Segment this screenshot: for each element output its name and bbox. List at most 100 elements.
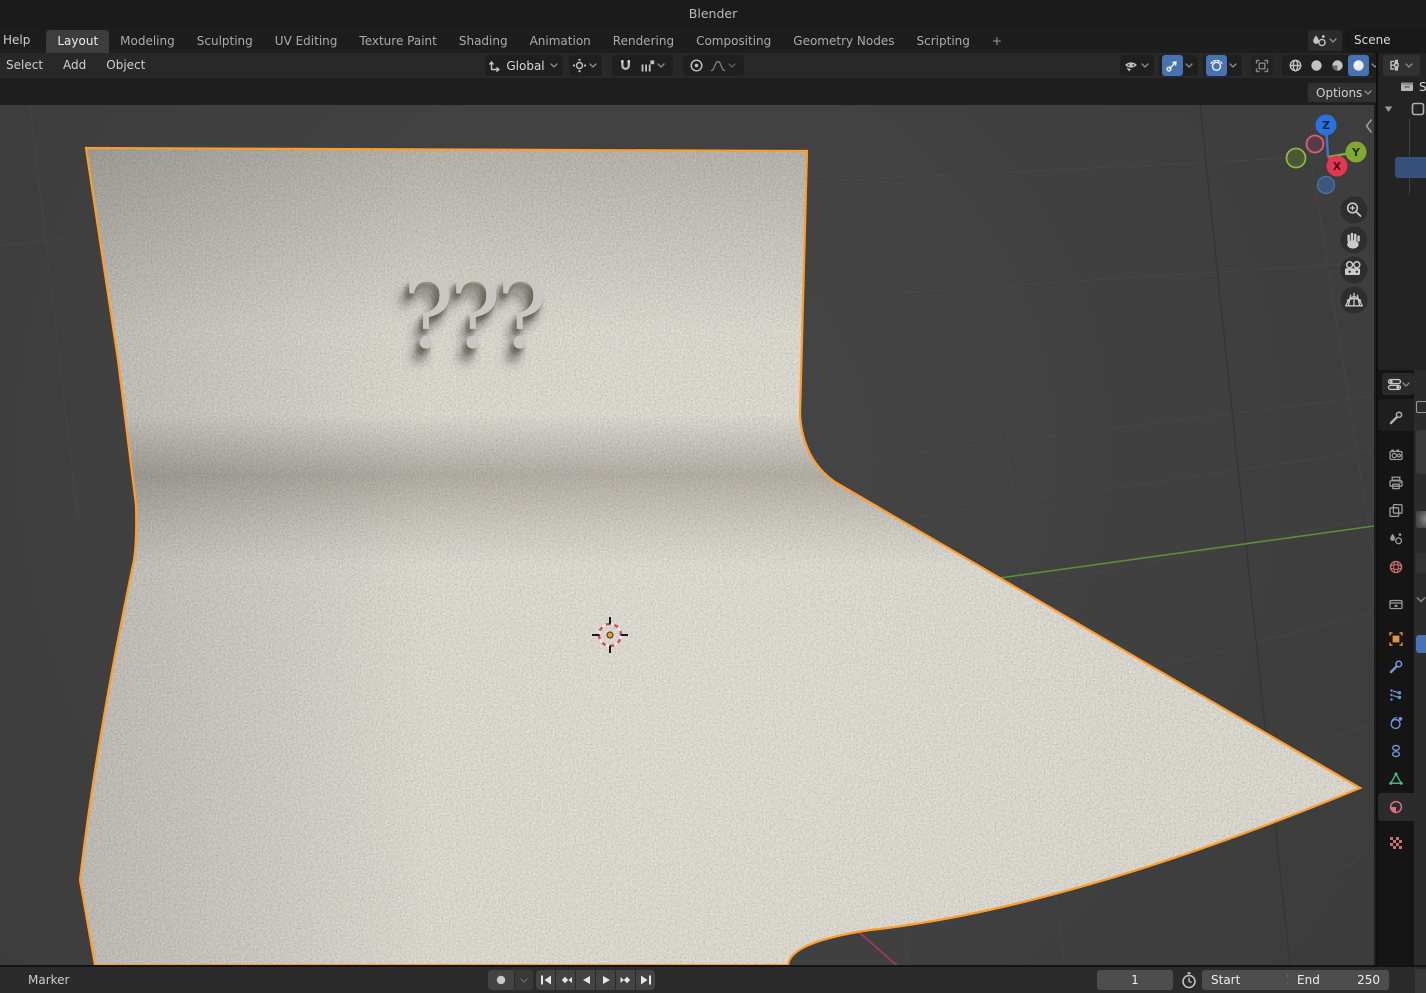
properties-tab-physics[interactable] (1388, 715, 1404, 731)
question-marks-text-object[interactable]: ??? (403, 260, 544, 370)
content-partial-chevron[interactable] (1416, 596, 1426, 603)
properties-tab-texture[interactable] (1388, 835, 1404, 851)
auto-keying-record-button[interactable] (488, 970, 514, 990)
next-keyframe-icon (619, 974, 633, 986)
outliner-display-mode-dropdown[interactable] (1383, 55, 1420, 76)
collection-box-icon (1400, 79, 1414, 93)
prev-keyframe-button[interactable] (556, 970, 575, 990)
tab-scripting[interactable]: Scripting (906, 30, 981, 53)
magnet-icon (618, 58, 633, 73)
tab-layout[interactable]: Layout (46, 30, 109, 53)
scene-collection-row[interactable] (1400, 79, 1414, 93)
gizmo-minus-x-ball[interactable] (1307, 136, 1324, 153)
options-dropdown[interactable]: Options (1307, 82, 1383, 103)
outliner-selected-row[interactable] (1395, 157, 1426, 178)
next-keyframe-button[interactable] (616, 970, 635, 990)
jump-start-icon (539, 974, 553, 986)
rendered-icon (1351, 58, 1366, 73)
properties-tab-view-layer[interactable] (1388, 503, 1404, 519)
menu-select[interactable]: Select (0, 53, 53, 78)
object-visibility-dropdown[interactable] (1120, 55, 1154, 76)
auto-keying-group (488, 970, 533, 990)
transform-orientation-dropdown[interactable]: Global (485, 55, 562, 76)
pan-button[interactable] (1341, 227, 1368, 254)
tab-uv-editing[interactable]: UV Editing (264, 30, 349, 53)
jump-to-end-button[interactable] (636, 970, 655, 990)
chevron-down-icon (657, 63, 665, 68)
gizmo-minus-z-ball[interactable] (1318, 177, 1335, 194)
properties-tab-world[interactable] (1388, 559, 1404, 575)
shading-material-preview-button[interactable] (1327, 55, 1348, 76)
properties-tab-material[interactable] (1388, 799, 1404, 815)
object-item-icon[interactable] (1411, 102, 1425, 116)
perspective-toggle-button[interactable] (1341, 287, 1368, 314)
tab-animation[interactable]: Animation (519, 30, 602, 53)
chevron-down-icon (589, 63, 597, 68)
add-workspace-button[interactable]: + (981, 30, 1013, 53)
properties-editor-type-dropdown[interactable] (1382, 373, 1414, 395)
properties-tab-tool[interactable] (1388, 410, 1404, 426)
chevron-down-icon (728, 63, 736, 68)
gizmo-minus-y-ball[interactable] (1287, 149, 1306, 168)
shading-rendered-button[interactable] (1348, 55, 1369, 76)
proportional-falloff-dropdown[interactable] (707, 55, 741, 76)
collection-name-partial[interactable]: S (1419, 80, 1426, 94)
xray-toggle[interactable] (1251, 55, 1273, 76)
shading-solid-button[interactable] (1306, 55, 1327, 76)
tab-texture-paint[interactable]: Texture Paint (348, 30, 447, 53)
properties-tab-particles[interactable] (1388, 687, 1404, 703)
gizmo-z-ball[interactable]: Z (1316, 115, 1337, 136)
menu-marker[interactable]: Marker (28, 973, 69, 987)
menu-help[interactable]: Help (0, 28, 40, 53)
scene-name-field[interactable]: Scene (1345, 28, 1426, 53)
tab-geometry-nodes[interactable]: Geometry Nodes (782, 30, 905, 53)
xray-icon (1254, 58, 1270, 74)
properties-tab-render[interactable] (1388, 447, 1404, 463)
shading-wireframe-button[interactable] (1285, 55, 1306, 76)
auto-keying-dropdown[interactable] (515, 970, 533, 990)
tab-compositing[interactable]: Compositing (685, 30, 782, 53)
scene-selector-button[interactable] (1308, 30, 1342, 51)
properties-tab-object-data[interactable] (1388, 771, 1404, 787)
menu-add[interactable]: Add (53, 53, 96, 78)
disclosure-triangle-icon[interactable] (1384, 105, 1393, 113)
properties-tab-collection[interactable] (1388, 596, 1404, 612)
current-frame-field[interactable]: 1 (1097, 970, 1173, 990)
viewport-canvas[interactable]: ??? Z Y (0, 105, 1374, 965)
camera-view-button[interactable] (1341, 257, 1368, 284)
scene-icon (1311, 33, 1327, 49)
tab-rendering[interactable]: Rendering (602, 30, 685, 53)
snapping-group (612, 55, 673, 76)
zoom-button[interactable] (1341, 197, 1368, 224)
play-button[interactable] (596, 970, 615, 990)
prev-keyframe-icon (559, 974, 573, 986)
tab-shading[interactable]: Shading (448, 30, 519, 53)
properties-tab-object[interactable] (1388, 631, 1404, 647)
content-partial-button[interactable] (1416, 430, 1426, 474)
frame-end-field[interactable]: End 250 (1288, 970, 1389, 990)
menu-object[interactable]: Object (96, 53, 155, 78)
content-partial-field[interactable] (1416, 553, 1426, 573)
gizmo-y-ball[interactable]: Y (1346, 142, 1367, 163)
show-gizmo-toggle[interactable] (1162, 55, 1183, 76)
properties-tab-modifiers[interactable] (1388, 659, 1404, 675)
material-preview-partial (1416, 511, 1426, 528)
properties-tab-output[interactable] (1388, 475, 1404, 491)
show-overlays-toggle[interactable] (1206, 55, 1227, 76)
tab-modeling[interactable]: Modeling (109, 30, 186, 53)
gizmo-x-ball[interactable]: X (1327, 156, 1348, 177)
snap-toggle-button[interactable] (615, 55, 636, 76)
properties-tab-constraints[interactable] (1388, 743, 1404, 759)
chevron-down-icon[interactable] (1229, 63, 1237, 68)
jump-to-start-button[interactable] (536, 970, 555, 990)
chevron-down-icon[interactable] (1185, 63, 1193, 68)
content-partial-blue-button[interactable] (1416, 635, 1426, 653)
proportional-edit-toggle[interactable] (686, 55, 707, 76)
stopwatch-icon[interactable] (1180, 971, 1198, 990)
snap-with-dropdown[interactable] (636, 55, 670, 76)
tab-sculpting[interactable]: Sculpting (186, 30, 264, 53)
properties-tab-scene[interactable] (1388, 531, 1404, 547)
play-reverse-button[interactable] (576, 970, 595, 990)
falloff-curve-icon (710, 58, 726, 74)
pivot-point-dropdown[interactable] (569, 55, 602, 76)
